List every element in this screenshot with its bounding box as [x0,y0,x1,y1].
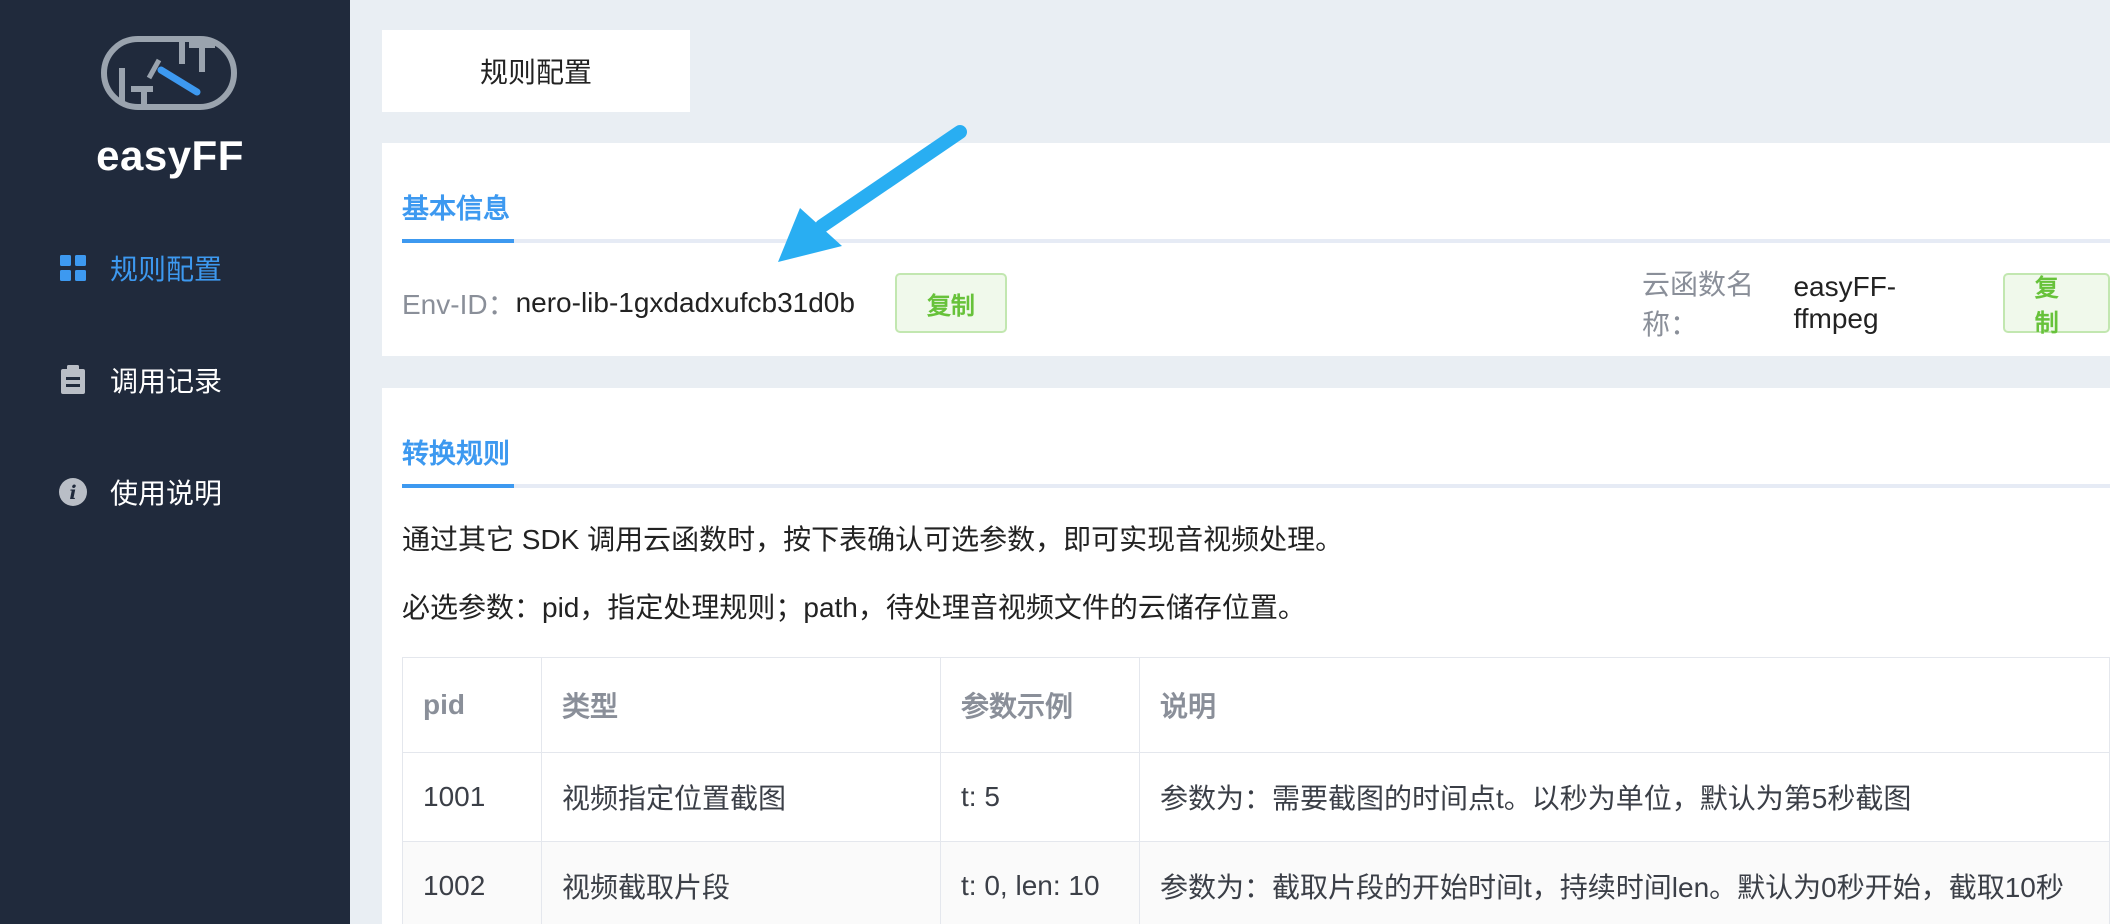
sidebar-item-label: 使用说明 [110,478,223,509]
section-divider [402,484,2110,488]
cell-description: 参数为：需要截图的时间点t。以秒为单位，默认为第5秒截图 [1139,752,2110,842]
sidebar: easyFF 规则配置 调用记录 i 使用说明 [0,0,350,924]
required-params-description: 必选参数：pid，指定处理规则；path，待处理音视频文件的云储存位置。 [402,592,1306,623]
sidebar-item-call-records[interactable]: 调用记录 [58,350,222,410]
cell-param-example: t: 0, len: 10 [940,841,1140,924]
cell-type: 视频截取片段 [541,841,941,924]
section-divider [402,239,2110,243]
column-header-param-example: 参数示例 [940,657,1140,753]
sidebar-item-rule-config[interactable]: 规则配置 [58,238,222,298]
brand-name: easyFF [96,132,244,179]
grid-icon [58,253,88,283]
cell-param-example: t: 5 [940,752,1140,842]
table-row: 1002 视频截取片段 t: 0, len: 10 参数为：截取片段的开始时间t… [402,841,2110,924]
logo [101,34,237,114]
function-name-field: 云函数名称： easyFF-ffmpeg 复制 [1642,269,2110,340]
basic-info-card: 基本信息 Env-ID： nero-lib-1gxdadxufcb31d0b 复… [382,143,2110,356]
app-root: easyFF 规则配置 调用记录 i 使用说明 规则配置 基本信息 Env-ID… [0,0,2110,924]
copy-function-name-button[interactable]: 复制 [2002,273,2110,337]
conversion-rules-header: 转换规则 [402,388,2110,488]
env-id-label: Env-ID： [402,289,516,320]
function-name-label: 云函数名称： [1642,269,1755,340]
cell-pid: 1001 [402,752,542,842]
table-header-row: pid 类型 参数示例 说明 [402,657,2110,753]
rules-table: pid 类型 参数示例 说明 1001 视频指定位置截图 t: 5 参数为：需要… [402,657,2110,924]
info-icon: i [58,477,88,507]
tab-rule-config[interactable]: 规则配置 [382,30,690,112]
active-tab-indicator [402,484,514,488]
cell-description: 参数为：截取片段的开始时间t，持续时间len。默认为0秒开始，截取10秒 [1139,841,2110,924]
copy-env-id-button[interactable]: 复制 [894,273,1007,333]
sidebar-item-label: 调用记录 [110,366,223,397]
clipboard-icon [58,365,88,395]
column-header-type: 类型 [541,657,941,753]
section-title-conversion-rules[interactable]: 转换规则 [402,432,510,471]
sidebar-item-label: 规则配置 [110,254,223,285]
function-name-value: easyFF-ffmpeg [1793,271,1897,334]
rules-description: 通过其它 SDK 调用云函数时，按下表确认可选参数，即可实现音视频处理。 [402,524,1344,555]
basic-info-header: 基本信息 [402,143,2110,243]
svg-text:i: i [69,482,76,504]
table-row: 1001 视频指定位置截图 t: 5 参数为：需要截图的时间点t。以秒为单位，默… [402,752,2110,842]
active-tab-indicator [402,239,514,243]
section-title-basic-info[interactable]: 基本信息 [402,187,510,226]
column-header-description: 说明 [1139,657,2110,753]
env-id-field: Env-ID： nero-lib-1gxdadxufcb31d0b 复制 [402,271,1007,335]
column-header-pid: pid [402,657,542,753]
cell-type: 视频指定位置截图 [541,752,941,842]
main-content: 规则配置 基本信息 Env-ID： nero-lib-1gxdadxufcb31… [350,0,2110,924]
sidebar-item-usage-guide[interactable]: i 使用说明 [58,462,222,522]
env-id-value: nero-lib-1gxdadxufcb31d0b [515,287,855,318]
cell-pid: 1002 [402,841,542,924]
